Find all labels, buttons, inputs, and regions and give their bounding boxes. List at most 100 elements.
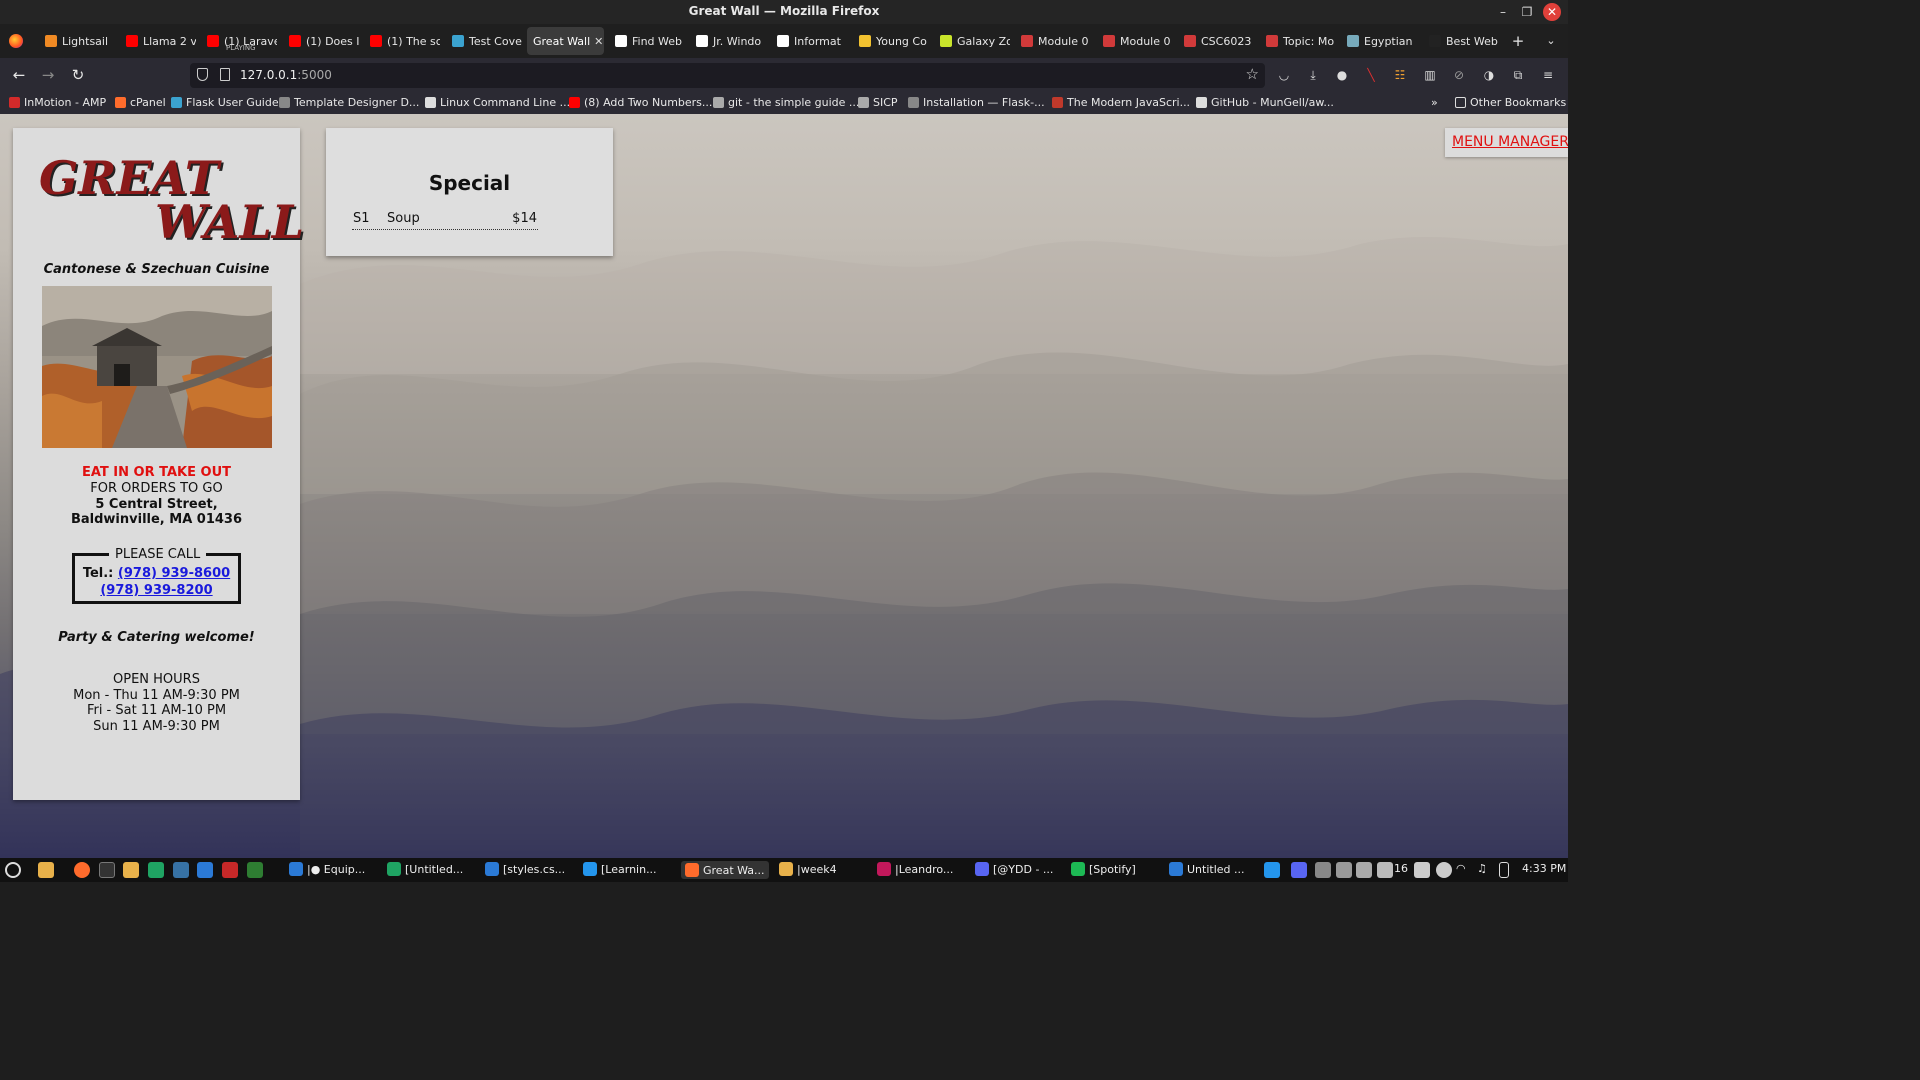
printer-tray-icon[interactable]: [1414, 862, 1430, 878]
shield-tray-icon[interactable]: [1356, 862, 1372, 878]
phone-line-1: Tel.: (978) 939-8600: [82, 566, 231, 581]
extension-circle-icon[interactable]: ◑: [1481, 67, 1497, 83]
docker-tray-icon[interactable]: [1264, 862, 1280, 878]
pocket-icon[interactable]: ◡: [1276, 67, 1292, 83]
taskbar-window-button[interactable]: [@YDD - ...: [975, 862, 1053, 876]
tab[interactable]: Module 0: [1015, 27, 1091, 55]
wifi-icon[interactable]: ◠: [1456, 862, 1466, 875]
tracking-shield-icon[interactable]: [197, 68, 208, 81]
user-tray-icon[interactable]: [1436, 862, 1452, 878]
address-bar[interactable]: 127.0.0.1:5000 ☆: [190, 63, 1265, 88]
tab[interactable]: Lightsail: [39, 27, 115, 55]
forward-arrow-icon[interactable]: →: [39, 66, 57, 84]
phone-link-1[interactable]: (978) 939-8600: [118, 566, 230, 581]
python-icon[interactable]: [173, 862, 189, 878]
tab[interactable]: Egyptian: [1341, 27, 1417, 55]
tab[interactable]: Test Cove: [446, 27, 522, 55]
tab[interactable]: Great Wall ✕: [527, 27, 604, 55]
firefox-logo-icon[interactable]: [9, 34, 23, 48]
tab[interactable]: (1) Larave PLAYING: [201, 27, 277, 55]
taskbar-window-button[interactable]: [Spotify]: [1071, 862, 1136, 876]
app-launcher-icon[interactable]: [5, 862, 21, 878]
bookmark-item[interactable]: GitHub - MunGell/aw...: [1196, 96, 1334, 109]
page-info-icon[interactable]: [220, 68, 230, 81]
bookmark-item[interactable]: InMotion - AMP: [9, 96, 106, 109]
vscode-icon[interactable]: [197, 862, 213, 878]
hours-line: Mon - Thu 11 AM-9:30 PM: [73, 688, 240, 703]
taskbar-window-label: [styles.cs...: [503, 862, 566, 876]
taskbar-window-button[interactable]: [Untitled...: [387, 862, 463, 876]
bookmark-item[interactable]: (8) Add Two Numbers...: [569, 96, 712, 109]
bookmark-item[interactable]: cPanel: [115, 96, 166, 109]
notification-tray-icon[interactable]: [1377, 862, 1393, 878]
tab[interactable]: Module 0: [1097, 27, 1173, 55]
blocker-icon[interactable]: ⊘: [1451, 67, 1467, 83]
tab[interactable]: CSC6023: [1178, 27, 1254, 55]
tab[interactable]: Llama 2 v: [120, 27, 196, 55]
close-tab-icon[interactable]: ✕: [594, 35, 603, 48]
clock[interactable]: 4:33 PM: [1522, 862, 1566, 875]
url-text[interactable]: 127.0.0.1:5000: [240, 68, 332, 82]
tab[interactable]: (1) The sc: [364, 27, 440, 55]
bookmark-item[interactable]: git - the simple guide ...: [713, 96, 859, 109]
taskbar-window-button[interactable]: Untitled ...: [1169, 862, 1245, 876]
extension-l-icon[interactable]: ●: [1334, 67, 1350, 83]
taskbar-window-button[interactable]: |week4: [779, 862, 837, 876]
tray-icon[interactable]: [1315, 862, 1331, 878]
battery-icon[interactable]: [1499, 862, 1509, 878]
app-menu-icon[interactable]: ≡: [1540, 67, 1556, 83]
more-bookmarks-chevron-icon[interactable]: »: [1431, 96, 1438, 109]
bookmark-star-icon[interactable]: ☆: [1246, 65, 1259, 83]
music-icon[interactable]: ♫: [1477, 862, 1487, 875]
extensions-puzzle-icon[interactable]: ⧉: [1510, 67, 1526, 83]
discord-tray-icon[interactable]: [1291, 862, 1307, 878]
restaurant-info-panel: GREAT WALL Cantonese & Szechuan Cuisine …: [13, 128, 304, 800]
bookmark-item[interactable]: Installation — Flask-...: [908, 96, 1045, 109]
folder-icon[interactable]: [123, 862, 139, 878]
clipboard-tray-icon[interactable]: [1336, 862, 1352, 878]
taskbar-window-button[interactable]: |● Equip...: [289, 862, 365, 876]
filezilla-icon[interactable]: [222, 862, 238, 878]
bookmark-item[interactable]: Linux Command Line ...: [425, 96, 570, 109]
back-arrow-icon[interactable]: ←: [10, 66, 28, 84]
bookmark-item[interactable]: The Modern JavaScri...: [1052, 96, 1190, 109]
extension-slash-icon[interactable]: ╲: [1363, 67, 1379, 83]
tab[interactable]: Find Web: [609, 27, 685, 55]
taskbar-window-button[interactable]: |Leandro...: [877, 862, 953, 876]
n-app-icon[interactable]: [247, 862, 263, 878]
taskbar-window-label: |week4: [797, 862, 837, 876]
tab-list-chevron-icon[interactable]: ⌄: [1542, 32, 1560, 50]
reload-icon[interactable]: ↻: [69, 66, 87, 84]
tab-label: Test Cove: [469, 34, 522, 48]
tab[interactable]: Jr. Windo: [690, 27, 766, 55]
close-window-icon[interactable]: ✕: [1543, 3, 1561, 21]
menu-manager-link[interactable]: MENU MANAGER: [1452, 134, 1568, 150]
minimize-icon[interactable]: –: [1494, 3, 1512, 21]
tab[interactable]: Galaxy Zo: [934, 27, 1010, 55]
phone-link-2[interactable]: (978) 939-8200: [100, 583, 212, 598]
files-icon[interactable]: [38, 862, 54, 878]
library-icon[interactable]: ▥: [1422, 67, 1438, 83]
tab[interactable]: Best Web: [1423, 27, 1499, 55]
extension-badge-icon[interactable]: ☷: [1392, 67, 1408, 83]
other-bookmarks[interactable]: Other Bookmarks: [1455, 96, 1566, 109]
tab[interactable]: Topic: Mo: [1260, 27, 1336, 55]
tab[interactable]: (1) Does I: [283, 27, 359, 55]
great-wall-photo: [42, 286, 272, 448]
terminal-icon[interactable]: [99, 862, 115, 878]
tab-favicon-icon: [452, 35, 464, 47]
taskbar-window-button[interactable]: [Learnin...: [583, 862, 657, 876]
firefox-icon[interactable]: [74, 862, 90, 878]
bookmark-item[interactable]: SICP: [858, 96, 898, 109]
new-tab-icon[interactable]: +: [1509, 32, 1527, 50]
downloads-icon[interactable]: ⤓: [1305, 67, 1321, 83]
sheets-icon[interactable]: [148, 862, 164, 878]
bookmark-item[interactable]: Flask User Guide: [171, 96, 279, 109]
taskbar-window-button[interactable]: Great Wa...: [681, 861, 769, 879]
tab[interactable]: Informat: [771, 27, 847, 55]
tab-label: Module 0: [1120, 34, 1171, 48]
maximize-icon[interactable]: ❐: [1518, 3, 1536, 21]
tab[interactable]: Young Co: [853, 27, 929, 55]
bookmark-item[interactable]: Template Designer D...: [279, 96, 419, 109]
taskbar-window-button[interactable]: [styles.cs...: [485, 862, 565, 876]
